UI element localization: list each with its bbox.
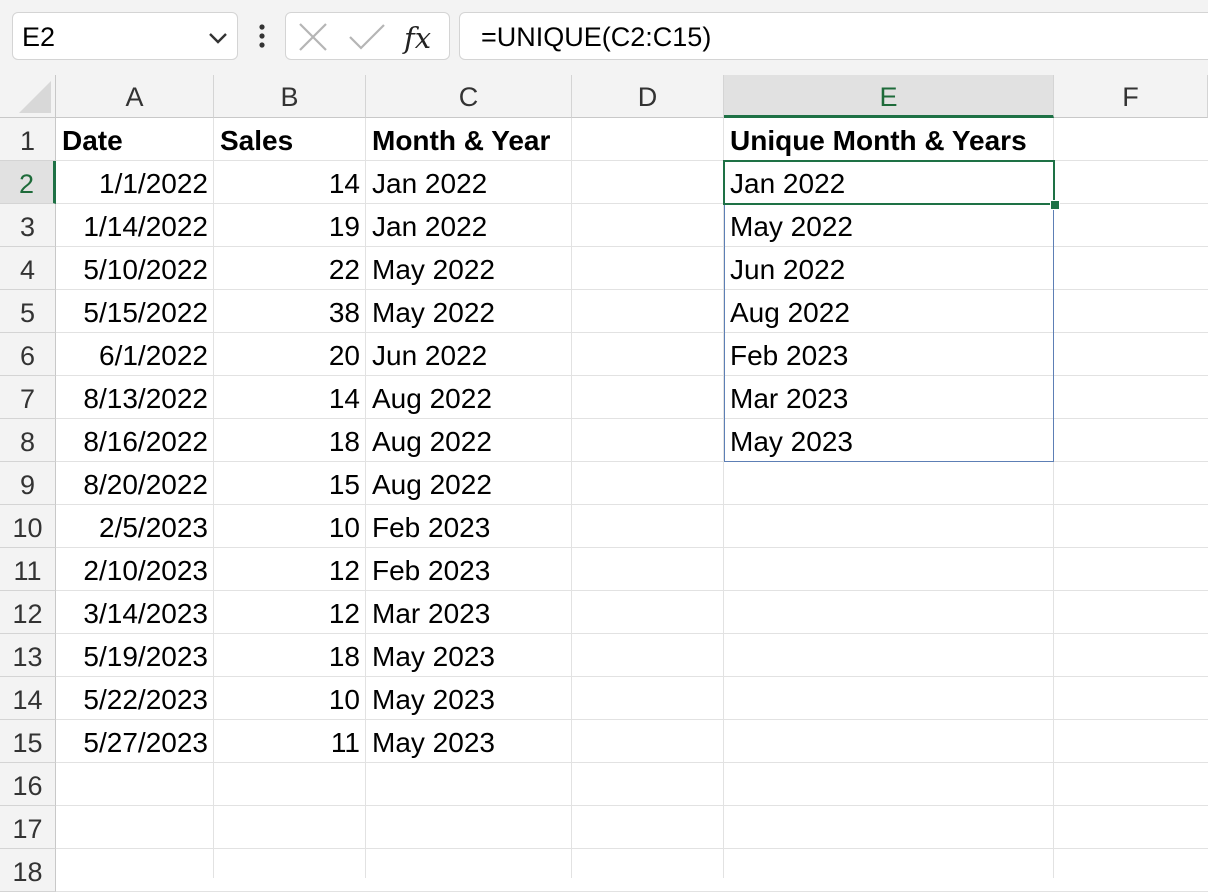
cell-b2[interactable]: 14 bbox=[214, 161, 366, 204]
cell-a13[interactable]: 5/19/2023 bbox=[56, 634, 214, 677]
cell-c11[interactable]: Feb 2023 bbox=[366, 548, 572, 591]
cell-a2[interactable]: 1/1/2022 bbox=[56, 161, 214, 204]
row-header-3[interactable]: 3 bbox=[0, 204, 56, 247]
cell-b7[interactable]: 14 bbox=[214, 376, 366, 419]
chevron-down-icon[interactable] bbox=[207, 27, 229, 49]
cell-e1[interactable]: Unique Month & Years bbox=[724, 118, 1054, 161]
cell-a1[interactable]: Date bbox=[56, 118, 214, 161]
cell-a8[interactable]: 8/16/2022 bbox=[56, 419, 214, 462]
cell-a7[interactable]: 8/13/2022 bbox=[56, 376, 214, 419]
cell-c15[interactable]: May 2023 bbox=[366, 720, 572, 763]
worksheet-grid: ABCDEF 1 2 3 4 5 6 7 8 9 10 11 12 13 14 15 16 17 18 Date S… bbox=[0, 75, 1208, 892]
column-header-f[interactable]: F bbox=[1054, 75, 1208, 118]
cell-b1[interactable]: Sales bbox=[214, 118, 366, 161]
cell-a15[interactable]: 5/27/2023 bbox=[56, 720, 214, 763]
row-header-14[interactable]: 14 bbox=[0, 677, 56, 720]
row-header-6[interactable]: 6 bbox=[0, 333, 56, 376]
name-box[interactable]: E2 bbox=[12, 12, 238, 60]
cell-b15[interactable]: 11 bbox=[214, 720, 366, 763]
row-header-5[interactable]: 5 bbox=[0, 290, 56, 333]
column-header-c[interactable]: C bbox=[366, 75, 572, 118]
cell-c13[interactable]: May 2023 bbox=[366, 634, 572, 677]
select-all-corner[interactable] bbox=[0, 75, 56, 118]
formula-bar-area: E2 fx =UNIQUE(C2:C15) bbox=[0, 0, 1208, 75]
gridline-horizontal bbox=[56, 848, 1208, 849]
column-header-a[interactable]: A bbox=[56, 75, 214, 118]
cell-a14[interactable]: 5/22/2023 bbox=[56, 677, 214, 720]
insert-function-button[interactable]: fx bbox=[404, 21, 431, 55]
row-header-16[interactable]: 16 bbox=[0, 763, 56, 806]
active-cell-border bbox=[723, 160, 1055, 205]
cell-c14[interactable]: May 2023 bbox=[366, 677, 572, 720]
cell-a9[interactable]: 8/20/2022 bbox=[56, 462, 214, 505]
cell-b8[interactable]: 18 bbox=[214, 419, 366, 462]
row-header-2[interactable]: 2 bbox=[0, 161, 56, 204]
cell-b5[interactable]: 38 bbox=[214, 290, 366, 333]
row-header-10[interactable]: 10 bbox=[0, 505, 56, 548]
column-header-e[interactable]: E bbox=[724, 75, 1054, 118]
cell-c12[interactable]: Mar 2023 bbox=[366, 591, 572, 634]
row-header-11[interactable]: 11 bbox=[0, 548, 56, 591]
cell-b11[interactable]: 12 bbox=[214, 548, 366, 591]
check-icon[interactable] bbox=[348, 23, 386, 51]
cell-c5[interactable]: May 2022 bbox=[366, 290, 572, 333]
cell-a11[interactable]: 2/10/2023 bbox=[56, 548, 214, 591]
row-header-1[interactable]: 1 bbox=[0, 118, 56, 161]
formula-text: =UNIQUE(C2:C15) bbox=[481, 22, 712, 52]
row-header-7[interactable]: 7 bbox=[0, 376, 56, 419]
cell-c4[interactable]: May 2022 bbox=[366, 247, 572, 290]
cell-a4[interactable]: 5/10/2022 bbox=[56, 247, 214, 290]
column-header-d[interactable]: D bbox=[572, 75, 724, 118]
cell-c6[interactable]: Jun 2022 bbox=[366, 333, 572, 376]
fill-handle[interactable] bbox=[1050, 200, 1060, 210]
row-header-9[interactable]: 9 bbox=[0, 462, 56, 505]
row-header-4[interactable]: 4 bbox=[0, 247, 56, 290]
gridline-horizontal bbox=[56, 805, 1208, 806]
cell-b14[interactable]: 10 bbox=[214, 677, 366, 720]
cell-a10[interactable]: 2/5/2023 bbox=[56, 505, 214, 548]
row-header-17[interactable]: 17 bbox=[0, 806, 56, 849]
cell-b13[interactable]: 18 bbox=[214, 634, 366, 677]
cell-c2[interactable]: Jan 2022 bbox=[366, 161, 572, 204]
cell-b6[interactable]: 20 bbox=[214, 333, 366, 376]
row-header-12[interactable]: 12 bbox=[0, 591, 56, 634]
cell-a3[interactable]: 1/14/2022 bbox=[56, 204, 214, 247]
cell-a5[interactable]: 5/15/2022 bbox=[56, 290, 214, 333]
name-box-value: E2 bbox=[22, 22, 56, 52]
cell-c7[interactable]: Aug 2022 bbox=[366, 376, 572, 419]
row-header-8[interactable]: 8 bbox=[0, 419, 56, 462]
cell-c8[interactable]: Aug 2022 bbox=[366, 419, 572, 462]
cell-c10[interactable]: Feb 2023 bbox=[366, 505, 572, 548]
formula-input[interactable]: =UNIQUE(C2:C15) bbox=[459, 12, 1208, 60]
gridline-horizontal bbox=[56, 891, 1208, 892]
row-header-15[interactable]: 15 bbox=[0, 720, 56, 763]
cell-b10[interactable]: 10 bbox=[214, 505, 366, 548]
cell-b4[interactable]: 22 bbox=[214, 247, 366, 290]
cell-a12[interactable]: 3/14/2023 bbox=[56, 591, 214, 634]
kebab-icon[interactable] bbox=[251, 22, 273, 52]
cell-c3[interactable]: Jan 2022 bbox=[366, 204, 572, 247]
cell-b9[interactable]: 15 bbox=[214, 462, 366, 505]
cell-c1[interactable]: Month & Year bbox=[366, 118, 572, 161]
row-header-18[interactable]: 18 bbox=[0, 849, 56, 892]
x-icon[interactable] bbox=[298, 23, 328, 51]
formula-buttons: fx bbox=[285, 12, 450, 60]
row-header-13[interactable]: 13 bbox=[0, 634, 56, 677]
spill-range-border bbox=[724, 161, 1054, 462]
cell-b12[interactable]: 12 bbox=[214, 591, 366, 634]
column-header-b[interactable]: B bbox=[214, 75, 366, 118]
cell-c9[interactable]: Aug 2022 bbox=[366, 462, 572, 505]
cell-b3[interactable]: 19 bbox=[214, 204, 366, 247]
cell-a6[interactable]: 6/1/2022 bbox=[56, 333, 214, 376]
